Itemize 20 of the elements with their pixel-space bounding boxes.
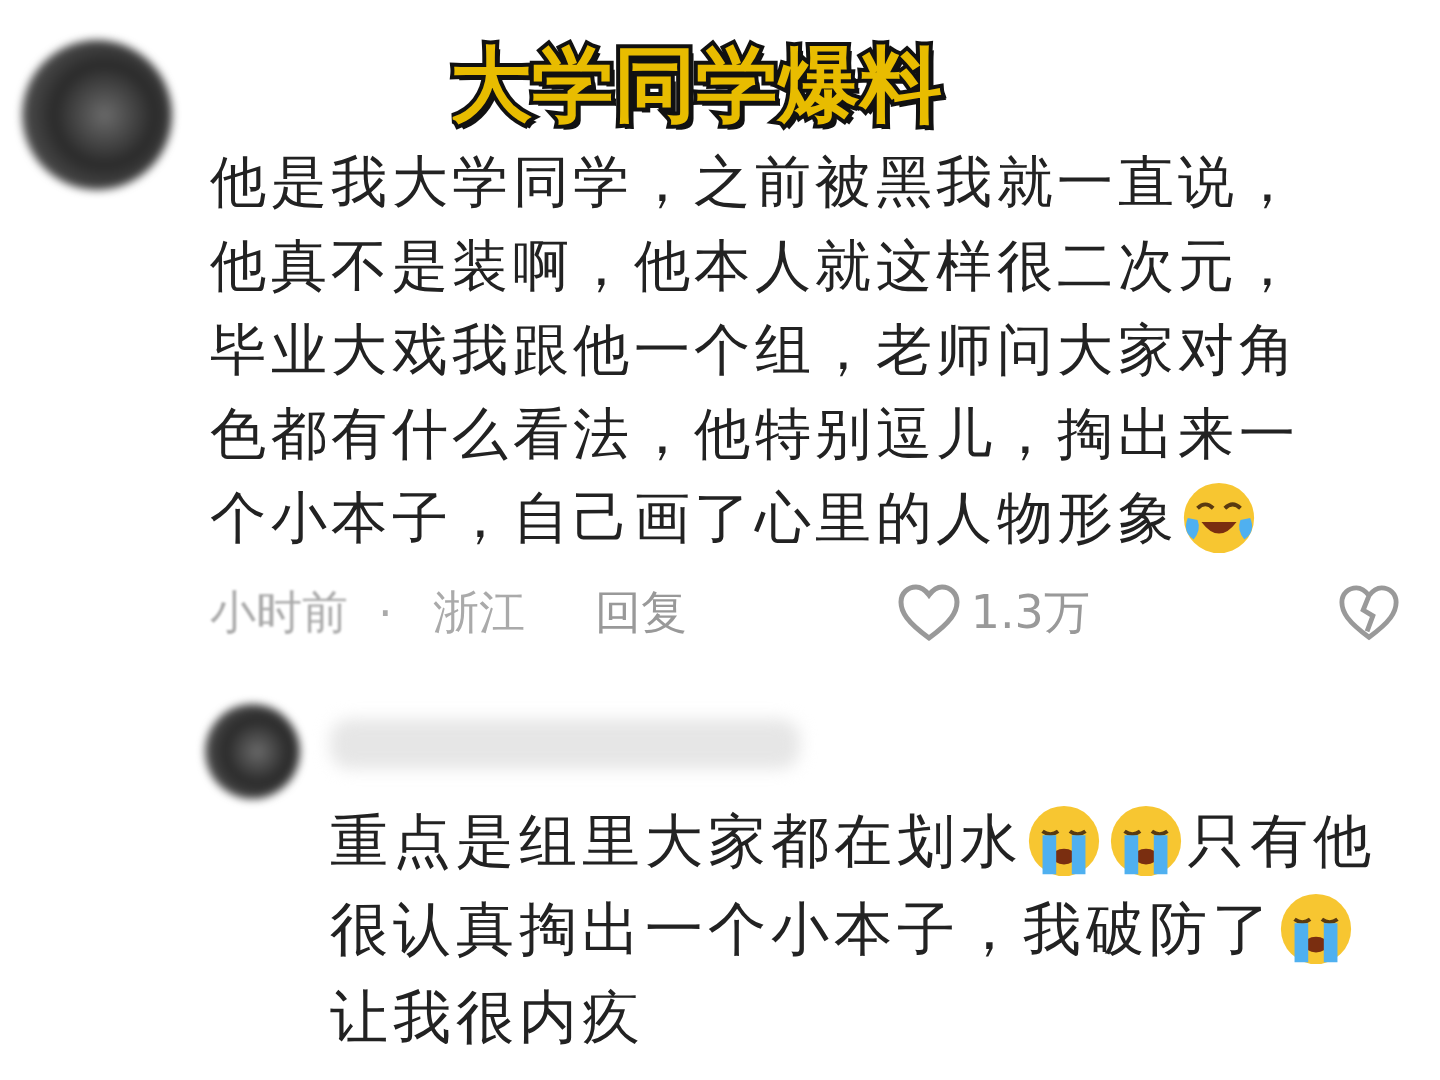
comment-text: 个小本子，自己画了心里的人物形象	[210, 484, 1178, 552]
comment-text: 他真不是装啊，他本人就这样很二次元，	[210, 232, 1299, 300]
comment-text: 让我很内疚	[330, 982, 645, 1053]
avatar[interactable]	[205, 704, 300, 799]
comment-text: 只有他	[1187, 806, 1376, 877]
avatar[interactable]	[22, 40, 172, 190]
like-button[interactable]: 1.3万	[896, 582, 1090, 644]
dislike-button[interactable]	[1338, 584, 1400, 642]
reply-link[interactable]: 回复	[594, 582, 687, 644]
comment-text: 毕业大戏我跟他一个组，老师问大家对角	[210, 316, 1299, 384]
comment-text: 很认真掏出一个小本子，我破防了	[330, 894, 1275, 965]
broken-heart-icon	[1338, 584, 1400, 642]
comment-text: 他是我大学同学，之前被黑我就一直说，	[210, 148, 1299, 216]
comment-text: 色都有什么看法，他特别逗儿，掏出来一	[210, 400, 1299, 468]
comment-text: 重点是组里大家都在划水	[330, 806, 1023, 877]
comment-location: 浙江	[432, 584, 525, 641]
comment-time: 小时前	[210, 584, 348, 641]
video-caption: 大学同学爆料	[450, 36, 942, 134]
heart-icon	[896, 584, 961, 642]
separator-dot: ·	[378, 586, 393, 640]
